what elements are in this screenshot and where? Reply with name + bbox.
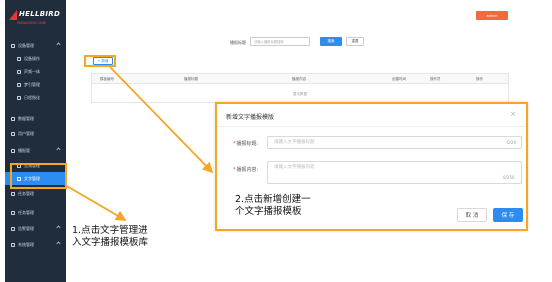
column-header: 操作员 bbox=[430, 77, 441, 81]
add-button-highlight bbox=[84, 55, 116, 67]
column-header: 创建时间 bbox=[392, 77, 406, 81]
reset-button[interactable]: 重置 bbox=[346, 37, 364, 46]
sidebar-item-label: 梦引管理 bbox=[24, 81, 40, 87]
search-button[interactable]: 搜索 bbox=[320, 37, 342, 46]
title-field-label: *播报标题: bbox=[233, 140, 258, 147]
sidebar: HELLBIRD PANASONIC LINE 设备管理 设备操作 声频一体 梦… bbox=[5, 0, 66, 282]
sidebar-item-schedule[interactable]: 日程指化 bbox=[5, 91, 66, 104]
content-textarea[interactable]: 请输入文字播报内容 bbox=[267, 161, 522, 184]
chevron-down-icon bbox=[56, 225, 61, 230]
sidebar-item-label: 日程指化 bbox=[24, 94, 40, 100]
logo: HELLBIRD PANASONIC LINE bbox=[9, 10, 63, 32]
sidebar-item-label: 任务管理 bbox=[18, 190, 34, 196]
step2-annotation: 2.点击新增创建一 个文字播报模板 bbox=[235, 194, 311, 218]
dialog-title: 新增文字播报模版 bbox=[226, 114, 275, 121]
sidebar-item-audio-unit[interactable]: 声频一体 bbox=[5, 65, 66, 78]
annotation-line: 2.点击新增创建一 bbox=[235, 194, 311, 205]
cancel-button[interactable]: 取 消 bbox=[457, 208, 487, 222]
chevron-up-icon bbox=[56, 42, 61, 47]
device-icon bbox=[11, 43, 15, 48]
title-char-count: 0/20 bbox=[507, 140, 516, 145]
user-icon bbox=[11, 131, 15, 136]
save-button[interactable]: 保 存 bbox=[493, 208, 523, 222]
sidebar-item-data[interactable]: 数据管理 bbox=[5, 112, 66, 125]
filter-label: 播报标题 bbox=[230, 40, 246, 45]
close-icon[interactable]: × bbox=[510, 110, 516, 118]
column-header: 模板编号 bbox=[100, 77, 114, 81]
table-header: 模板编号 播报标题 播报内容 创建时间 操作员 操作 bbox=[92, 74, 508, 84]
sidebar-item-device-operate[interactable]: 设备操作 bbox=[5, 52, 66, 65]
search-input[interactable]: 请输入播报标题搜索 bbox=[250, 37, 310, 46]
content-char-count: 0/250 bbox=[503, 175, 515, 180]
chevron-down-icon bbox=[56, 241, 61, 246]
content-field-label: *播报内容: bbox=[233, 166, 258, 173]
sidebar-item-label: 用户管理 bbox=[18, 130, 34, 136]
bird-logo-icon bbox=[9, 10, 17, 20]
sidebar-item-device[interactable]: 设备管理 bbox=[5, 39, 66, 52]
chevron-up-icon bbox=[56, 147, 61, 152]
sidebar-item-label: 播报管 bbox=[18, 147, 30, 153]
broadcast-icon bbox=[11, 148, 15, 153]
required-mark: * bbox=[233, 167, 236, 173]
logo-subtext: PANASONIC LINE bbox=[17, 21, 47, 25]
annotation-line: 1.点击文字管理进 bbox=[72, 225, 148, 236]
title-label-text: 播报标题: bbox=[236, 141, 259, 147]
audio-icon bbox=[17, 69, 21, 74]
sidebar-item-label: 告警管理 bbox=[18, 225, 34, 231]
column-header: 操作 bbox=[476, 77, 483, 81]
sidebar-item-label: 设备操作 bbox=[24, 55, 40, 61]
column-header: 播报内容 bbox=[292, 77, 306, 81]
data-icon bbox=[11, 116, 15, 121]
step1-annotation: 1.点击文字管理进 入文字播报模板库 bbox=[72, 225, 148, 249]
sidebar-item-label: 系统管理 bbox=[18, 241, 34, 247]
template-table: 模板编号 播报标题 播报内容 创建时间 操作员 操作 暂无数据 bbox=[91, 73, 509, 103]
sidebar-item-task-2[interactable]: 任务管理 bbox=[5, 206, 66, 219]
column-header: 播报标题 bbox=[184, 77, 198, 81]
system-icon bbox=[11, 242, 15, 247]
sidebar-item-label: 任务管理 bbox=[18, 209, 34, 215]
guide-icon bbox=[17, 82, 21, 87]
sidebar-item-label: 声频一体 bbox=[24, 68, 40, 74]
sidebar-item-system[interactable]: 系统管理 bbox=[5, 238, 66, 251]
divider bbox=[217, 126, 526, 127]
arrow-from-menu bbox=[64, 184, 127, 221]
empty-text: 暂无数据 bbox=[293, 92, 307, 96]
logo-text: HELLBIRD bbox=[19, 10, 61, 18]
sidebar-item-broadcast[interactable]: 播报管 bbox=[5, 144, 66, 157]
annotation-line: 入文字播报模板库 bbox=[72, 237, 149, 248]
content-label-text: 播报内容: bbox=[236, 167, 259, 173]
sidebar-item-users[interactable]: 用户管理 bbox=[5, 127, 66, 140]
alarm-icon bbox=[11, 226, 15, 231]
text-menu-highlight bbox=[10, 163, 67, 189]
sidebar-item-label: 数据管理 bbox=[18, 115, 34, 121]
task-icon bbox=[11, 210, 15, 215]
schedule-icon bbox=[17, 95, 21, 100]
page: HELLBIRD PANASONIC LINE 设备管理 设备操作 声频一体 梦… bbox=[0, 0, 552, 282]
sidebar-item-guide[interactable]: 梦引管理 bbox=[5, 78, 66, 91]
task-icon bbox=[11, 191, 15, 196]
sidebar-item-label: 设备管理 bbox=[18, 42, 34, 48]
settings-icon bbox=[17, 56, 21, 61]
title-input[interactable]: 请输入文字播报标题 bbox=[267, 136, 522, 149]
annotation-line: 个文字播报模板 bbox=[235, 206, 302, 217]
required-mark: * bbox=[233, 141, 236, 147]
sidebar-item-alarm[interactable]: 告警管理 bbox=[5, 222, 66, 235]
user-menu-button[interactable]: admin bbox=[476, 11, 508, 20]
add-template-dialog: 新增文字播报模版 × *播报标题: 请输入文字播报标题 0/20 *播报内容: … bbox=[215, 102, 528, 231]
